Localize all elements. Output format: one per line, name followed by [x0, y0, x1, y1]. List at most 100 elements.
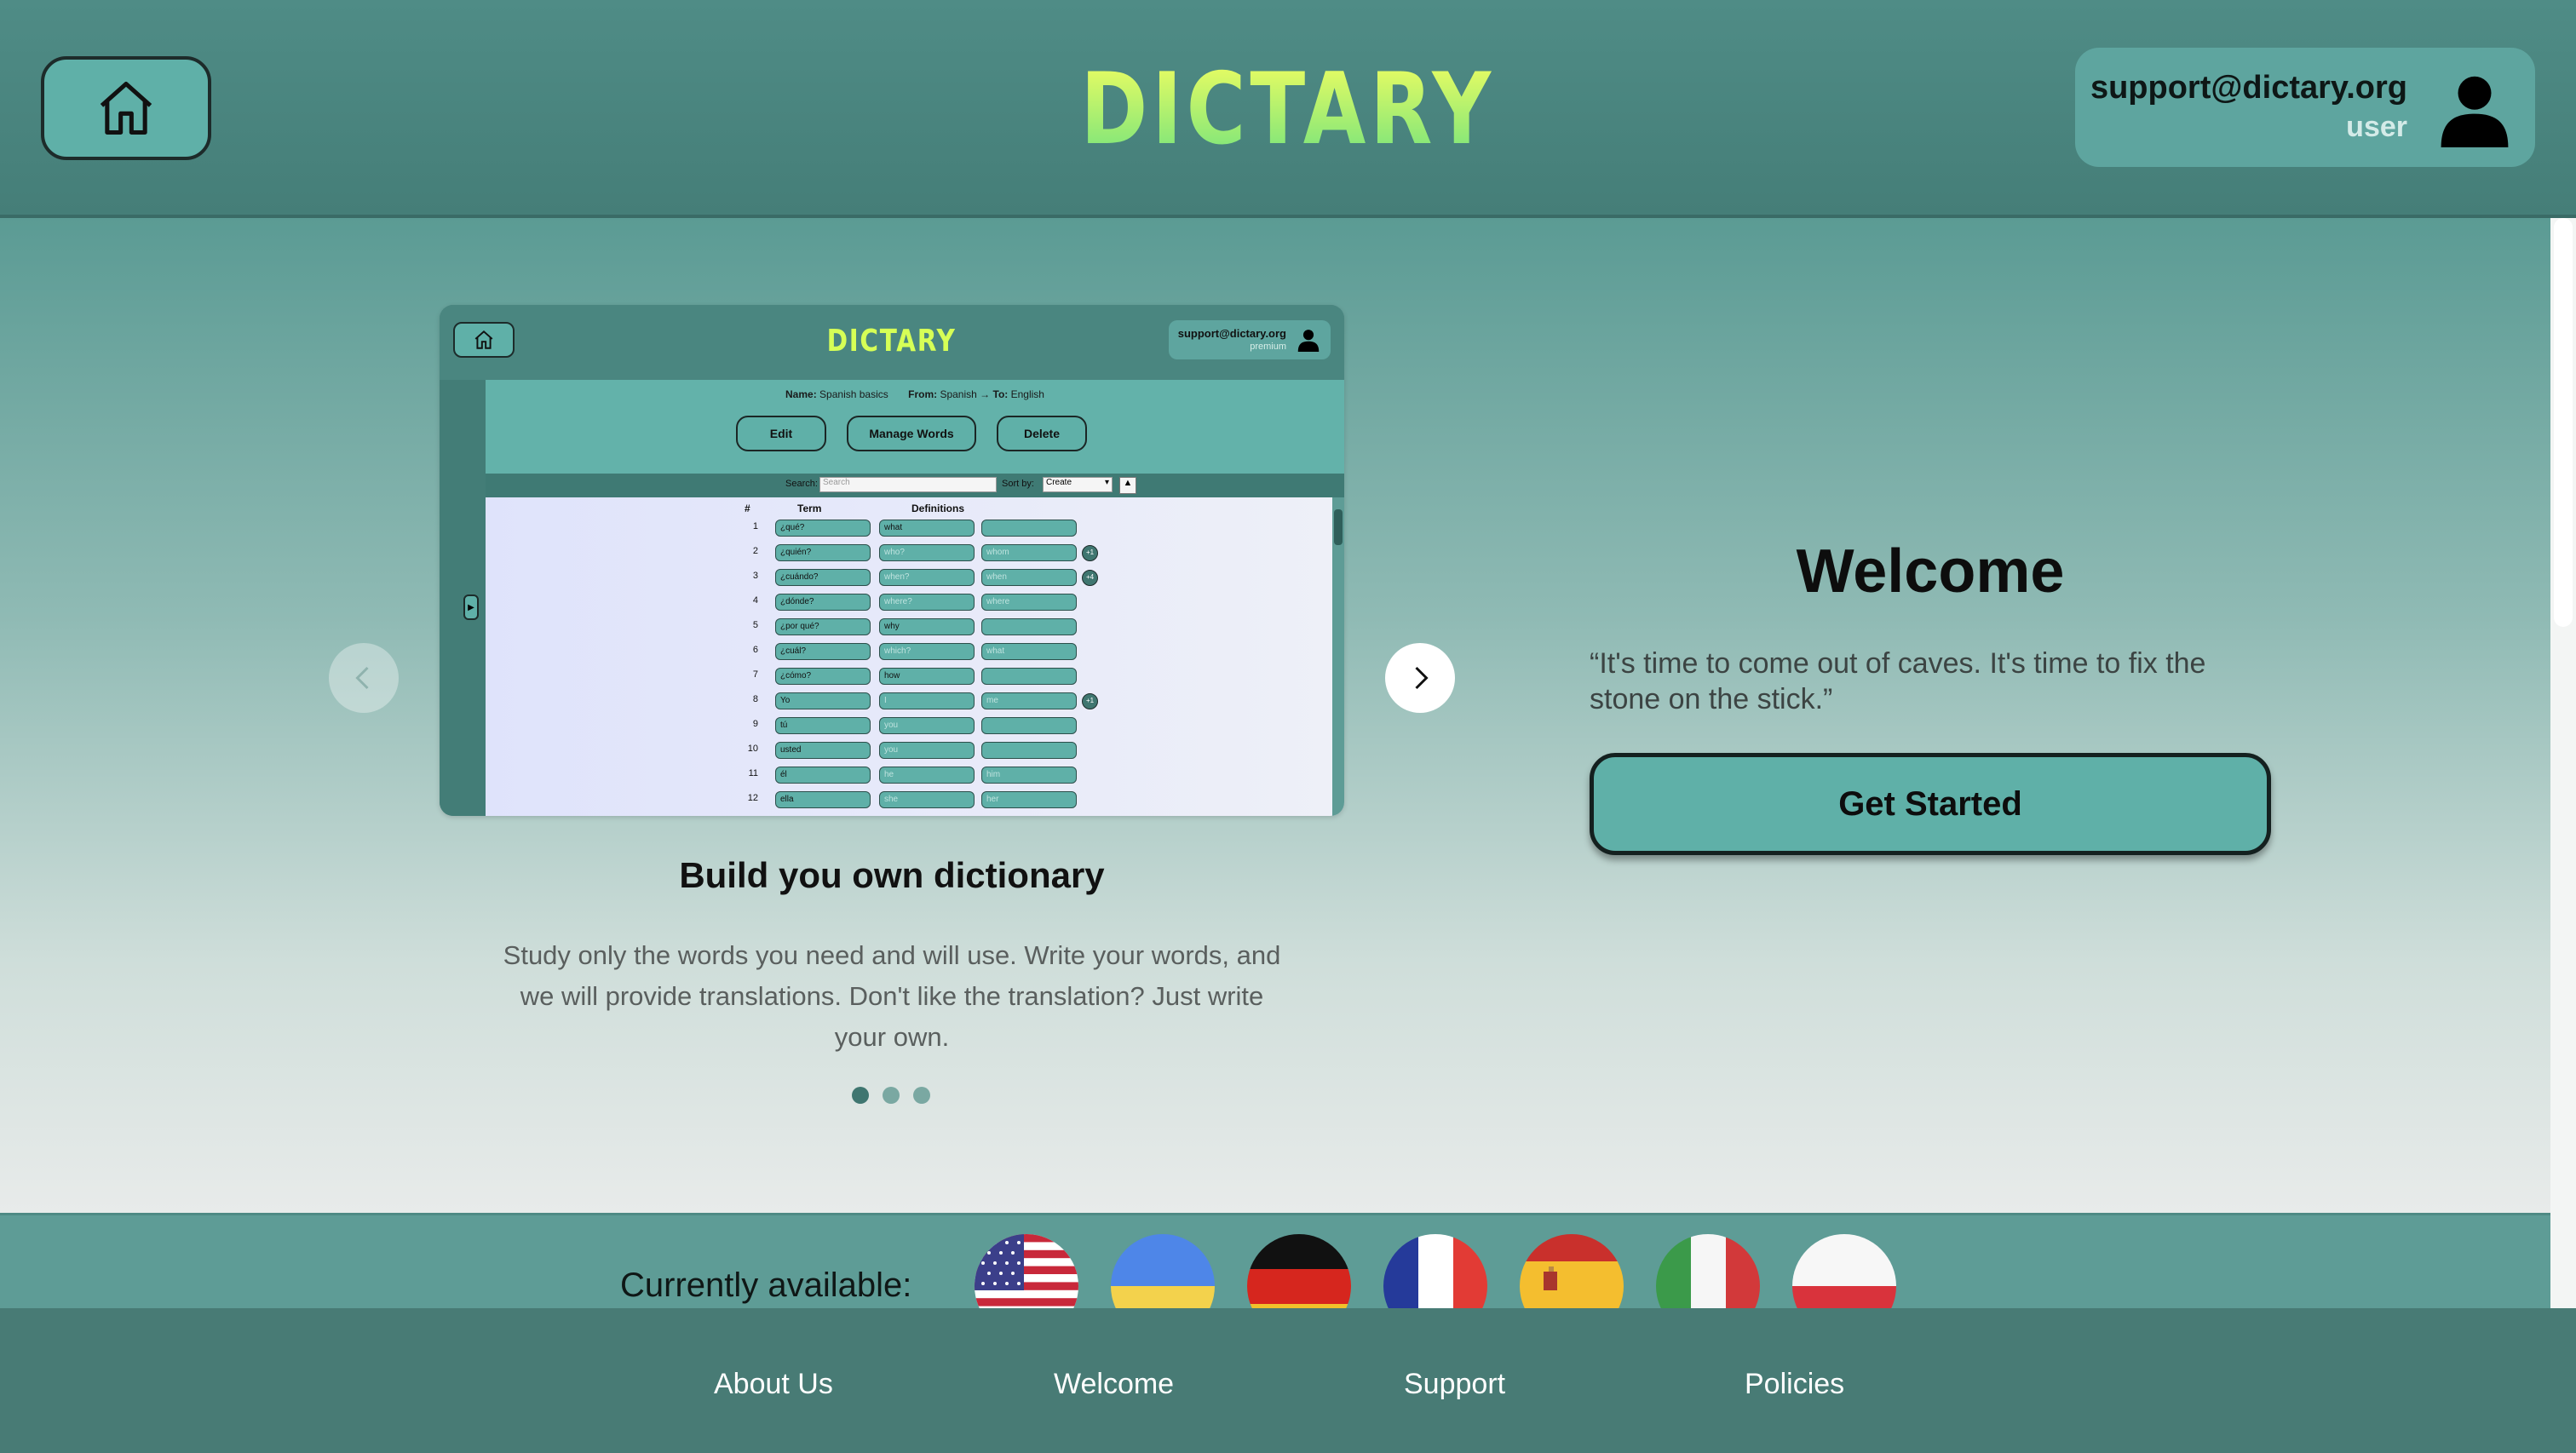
preview-table-row: 7 ¿cómo? how [486, 664, 1344, 689]
preview-definition-cell: when [981, 569, 1077, 586]
preview-definition-cell: who? [879, 544, 975, 561]
preview-row-number: 4 [752, 595, 758, 606]
user-email: support@dictary.org [2090, 70, 2407, 106]
user-role: user [2346, 111, 2407, 143]
preview-user-role: premium [1250, 342, 1286, 352]
preview-manage-words-button: Manage Words [847, 416, 976, 451]
preview-term-cell: ¿cómo? [775, 668, 871, 685]
carousel-next-button[interactable] [1385, 643, 1455, 713]
preview-definition-cell: he [879, 767, 975, 784]
footer-link-support[interactable]: Support [1404, 1368, 1505, 1401]
slide-title: Build you own dictionary [679, 855, 1105, 895]
preview-info-line: Name: Spanish basics From: Spanish → To:… [785, 388, 1044, 400]
preview-more-definitions-badge: +1 [1082, 693, 1098, 709]
preview-row-number: 10 [747, 744, 758, 754]
preview-delete-button: Delete [997, 416, 1087, 451]
home-button[interactable] [41, 56, 211, 160]
carousel-dots [852, 1087, 930, 1104]
preview-row-number: 1 [752, 521, 758, 531]
user-avatar-icon [2441, 76, 2509, 147]
preview-row-number: 6 [752, 645, 758, 655]
preview-definition-cell: when? [879, 569, 975, 586]
preview-table-row: 10 usted you [486, 738, 1344, 763]
preview-definition-cell: how [879, 668, 975, 685]
preview-row-number: 3 [752, 571, 758, 581]
home-icon [100, 81, 152, 135]
preview-more-definitions-badge: +1 [1082, 545, 1098, 561]
chevron-left-icon [355, 666, 369, 690]
preview-definition-cell [981, 742, 1077, 759]
preview-table-row: 2 ¿quién? who? whom +1 [486, 541, 1344, 566]
preview-definition-cell: where? [879, 594, 975, 611]
preview-definition-cell [981, 618, 1077, 635]
preview-definition-cell: whom [981, 544, 1077, 561]
footer-link-welcome[interactable]: Welcome [1054, 1368, 1174, 1401]
preview-col-num: # [745, 503, 750, 514]
logo-text: DICTARY [1080, 51, 1496, 167]
page-scrollbar-thumb[interactable] [2554, 218, 2573, 627]
preview-scrollbar-thumb [1334, 509, 1343, 545]
preview-term-cell: ¿cuál? [775, 643, 871, 660]
preview-col-definitions: Definitions [911, 503, 964, 514]
spain-flag-icon[interactable] [1520, 1234, 1624, 1308]
poland-flag-icon[interactable] [1792, 1234, 1896, 1308]
preview-row-number: 7 [752, 669, 758, 680]
preview-definition-cell: what [879, 520, 975, 537]
preview-definition-cell: why [879, 618, 975, 635]
preview-row-number: 11 [748, 768, 758, 778]
preview-table-row: 6 ¿cuál? which? what [486, 640, 1344, 664]
slide-description: Study only the words you need and will u… [503, 940, 1281, 1052]
preview-scrollbar [1332, 497, 1344, 816]
preview-term-cell: ¿quién? [775, 544, 871, 561]
italy-flag-icon[interactable] [1656, 1234, 1760, 1308]
preview-dropdown-icon: ▾ [1104, 478, 1109, 487]
preview-table-row: 12 ella she her [486, 788, 1344, 813]
preview-row-number: 9 [752, 719, 758, 729]
preview-term-cell: ¿por qué? [775, 618, 871, 635]
available-languages-bar: Currently available: [0, 1213, 2550, 1308]
preview-term-cell: ella [775, 791, 871, 808]
preview-table-row: 4 ¿dónde? where? where [486, 590, 1344, 615]
preview-definition-cell: him [981, 767, 1077, 784]
germany-flag-icon[interactable] [1247, 1234, 1351, 1308]
carousel-slide-image: DICTARY support@dictary.org premium ▶ Na… [440, 305, 1344, 816]
carousel-dot-3[interactable] [913, 1087, 930, 1104]
preview-definition-cell: you [879, 717, 975, 734]
chevron-right-icon [1415, 666, 1429, 690]
ukraine-flag-icon[interactable] [1111, 1234, 1215, 1308]
preview-row-number: 8 [752, 694, 758, 704]
carousel-dot-1[interactable] [852, 1087, 869, 1104]
preview-term-cell: usted [775, 742, 871, 759]
available-languages-label: Currently available: [620, 1266, 912, 1304]
footer-link-about-us[interactable]: About Us [714, 1368, 833, 1401]
preview-definition-cell: me [981, 692, 1077, 709]
preview-definition-cell: where [981, 594, 1077, 611]
welcome-quote: “It's time to come out of caves. It's ti… [1590, 647, 2206, 715]
preview-term-cell: Yo [775, 692, 871, 709]
preview-row-number: 12 [747, 793, 758, 803]
preview-table-row: 9 tú you [486, 714, 1344, 738]
preview-table-row: 8 Yo Ime +1 [486, 689, 1344, 714]
welcome-title: Welcome [1796, 537, 2065, 606]
user-account-card[interactable]: support@dictary.org user [2075, 48, 2535, 167]
preview-more-definitions-badge: +4 [1082, 570, 1098, 586]
footer-link-policies[interactable]: Policies [1745, 1368, 1844, 1401]
preview-definition-cell [981, 520, 1077, 537]
preview-definition-cell: her [981, 791, 1077, 808]
site-logo[interactable]: DICTARY [852, 49, 1724, 169]
carousel-dot-2[interactable] [883, 1087, 900, 1104]
preview-definition-cell [981, 717, 1077, 734]
preview-term-cell: él [775, 767, 871, 784]
carousel-prev-button[interactable] [329, 643, 399, 713]
france-flag-icon[interactable] [1383, 1234, 1487, 1308]
preview-col-term: Term [797, 503, 822, 514]
top-header: DICTARY support@dictary.org user [0, 0, 2576, 218]
preview-edit-button: Edit [736, 416, 826, 451]
united-states-flag-icon[interactable] [975, 1234, 1078, 1308]
preview-search-label: Search: [785, 479, 818, 489]
get-started-button[interactable]: Get Started [1590, 753, 2271, 855]
preview-sort-select: Create ▾ [1043, 477, 1113, 492]
preview-search-input: Search [819, 477, 997, 492]
preview-sort-label: Sort by: [1002, 479, 1034, 489]
preview-arrow-icon: → [980, 388, 991, 400]
